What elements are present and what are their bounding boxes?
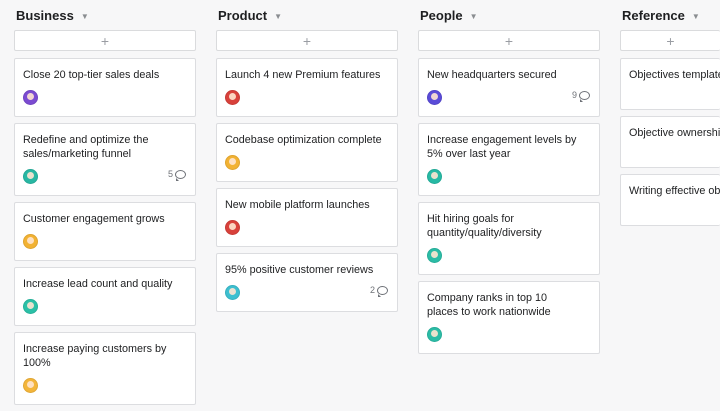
task-title: Objectives template [629,69,720,81]
avatar[interactable] [23,169,38,184]
column-title: Reference [622,7,685,23]
avatar[interactable] [23,299,38,314]
avatar[interactable] [23,90,38,105]
task-card[interactable]: Increase engagement levels by 5% over la… [418,123,600,196]
task-card[interactable]: Objectives template [620,58,720,110]
task-card[interactable]: 95% positive customer reviews 2 [216,253,398,312]
column-reference: Reference ▼ + Objectives template Object… [620,0,720,232]
task-card[interactable]: New headquarters secured 9 [418,58,600,117]
column-title: Business [16,7,74,23]
chevron-down-icon[interactable]: ▼ [470,12,478,21]
add-task-button[interactable]: + [216,30,398,51]
chevron-down-icon[interactable]: ▼ [692,12,700,21]
task-title: 95% positive customer reviews [225,264,374,276]
task-title: Launch 4 new Premium features [225,69,381,81]
avatar[interactable] [225,90,240,105]
avatar[interactable] [225,285,240,300]
task-card[interactable]: Redefine and optimize the sales/marketin… [14,123,196,196]
avatar[interactable] [23,234,38,249]
task-title: Close 20 top-tier sales deals [23,69,160,81]
avatar[interactable] [427,248,442,263]
task-card[interactable]: Launch 4 new Premium features [216,58,398,117]
chevron-down-icon[interactable]: ▼ [274,12,282,21]
avatar[interactable] [225,220,240,235]
comment-count[interactable]: 9 [571,90,590,102]
avatar[interactable] [427,327,442,342]
task-title: Writing effective obj [629,185,720,197]
add-task-button[interactable]: + [14,30,196,51]
task-card[interactable]: Writing effective obj [620,174,720,226]
comment-icon [175,169,186,181]
column-header[interactable]: Product ▼ [216,0,398,30]
add-task-button[interactable]: + [620,30,720,51]
avatar[interactable] [427,169,442,184]
column-product: Product ▼ + Launch 4 new Premium feature… [216,0,398,318]
task-card[interactable]: Customer engagement grows [14,202,196,261]
task-title: Codebase optimization complete [225,134,382,146]
comment-count-text: 9 [571,90,577,100]
avatar[interactable] [225,155,240,170]
column-title: Product [218,7,268,23]
comment-icon [377,285,388,297]
comment-icon [579,90,590,102]
task-card[interactable]: Company ranks in top 10 places to work n… [418,281,600,354]
column-title: People [420,7,463,23]
column-people: People ▼ + New headquarters secured 9 In… [418,0,600,360]
comment-count-text: 2 [369,285,375,295]
task-title: Customer engagement grows [23,213,165,225]
column-header[interactable]: Reference ▼ [620,0,720,30]
add-task-button[interactable]: + [418,30,600,51]
task-title: New headquarters secured [427,69,557,81]
column-business: Business ▼ + Close 20 top-tier sales dea… [14,0,196,411]
task-title: Increase lead count and quality [23,278,173,290]
task-card[interactable]: Codebase optimization complete [216,123,398,182]
task-title: Increase paying customers by 100% [23,343,167,369]
task-card[interactable]: Increase paying customers by 100% [14,332,196,405]
comment-count[interactable]: 5 [167,169,186,181]
column-header[interactable]: Business ▼ [14,0,196,30]
board: Business ▼ + Close 20 top-tier sales dea… [0,0,720,405]
task-title: Redefine and optimize the sales/marketin… [23,134,149,160]
task-card[interactable]: Increase lead count and quality [14,267,196,326]
chevron-down-icon[interactable]: ▼ [81,12,89,21]
avatar[interactable] [23,378,38,393]
task-title: Objective ownership g [629,127,720,139]
comment-count-text: 5 [167,169,173,179]
column-header[interactable]: People ▼ [418,0,600,30]
task-title: Company ranks in top 10 places to work n… [427,292,551,318]
task-card[interactable]: Close 20 top-tier sales deals [14,58,196,117]
comment-count[interactable]: 2 [369,285,388,297]
task-card[interactable]: New mobile platform launches [216,188,398,247]
task-title: Increase engagement levels by 5% over la… [427,134,577,160]
task-title: Hit hiring goals for quantity/quality/di… [427,213,542,239]
task-title: New mobile platform launches [225,199,370,211]
task-card[interactable]: Hit hiring goals for quantity/quality/di… [418,202,600,275]
task-card[interactable]: Objective ownership g [620,116,720,168]
avatar[interactable] [427,90,442,105]
